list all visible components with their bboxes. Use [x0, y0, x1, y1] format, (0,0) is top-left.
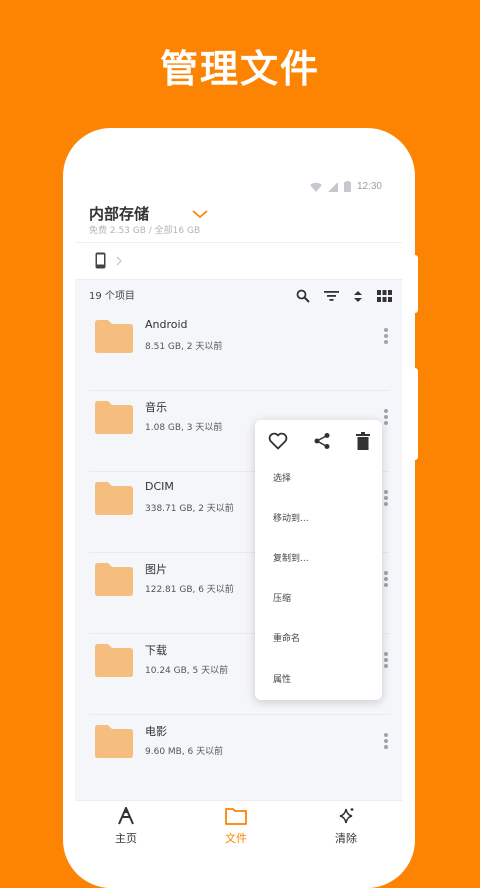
grid-view-icon[interactable] — [377, 290, 392, 302]
trash-icon[interactable] — [355, 432, 370, 450]
nav-files-label: 文件 — [225, 832, 247, 845]
sort-icon[interactable] — [353, 290, 363, 303]
more-icon[interactable] — [384, 328, 388, 346]
folder-icon — [95, 725, 133, 758]
file-name: DCIM — [145, 480, 174, 493]
more-icon[interactable] — [384, 733, 388, 751]
page-headline: 管理文件 — [159, 47, 320, 91]
item-count: 19 个项目 — [89, 291, 135, 302]
phone-icon[interactable] — [95, 252, 106, 269]
more-icon[interactable] — [384, 652, 388, 670]
file-meta: 8.51 GB, 2 天以前 — [145, 342, 223, 352]
battery-icon — [343, 181, 351, 192]
file-meta: 9.60 MB, 6 天以前 — [145, 747, 224, 757]
storage-selector[interactable]: 内部存储 免费 2.53 GB / 全部16 GB — [75, 198, 402, 242]
nav-home-label: 主页 — [115, 832, 137, 845]
folder-outline-icon — [225, 808, 247, 825]
file-name: 音乐 — [145, 401, 167, 414]
menu-item-compress[interactable]: 压缩 — [273, 591, 291, 604]
menu-item-properties[interactable]: 属性 — [273, 672, 291, 685]
folder-icon — [95, 482, 133, 515]
menu-item-rename[interactable]: 重命名 — [273, 631, 300, 644]
phone-side-button-top — [412, 255, 418, 313]
context-menu: 选择 移动到... 复制到... 压缩 重命名 属性 — [255, 420, 382, 700]
nav-files[interactable]: 文件 — [196, 807, 276, 846]
list-item[interactable]: Android 8.51 GB, 2 天以前 — [75, 310, 402, 391]
more-icon[interactable] — [384, 571, 388, 589]
wifi-icon — [309, 182, 322, 192]
menu-item-move-to[interactable]: 移动到... — [273, 511, 309, 524]
file-meta: 338.71 GB, 2 天以前 — [145, 504, 234, 514]
more-icon[interactable] — [384, 490, 388, 508]
share-icon[interactable] — [313, 432, 331, 450]
file-meta: 1.08 GB, 3 天以前 — [145, 423, 223, 433]
folder-icon — [95, 401, 133, 434]
bottom-nav: 主页 文件 清除 — [75, 800, 402, 854]
filter-icon[interactable] — [324, 290, 339, 302]
file-meta: 10.24 GB, 5 天以前 — [145, 666, 229, 676]
home-logo-icon — [118, 805, 134, 825]
file-name: 图片 — [145, 563, 167, 576]
file-name: 下载 — [145, 644, 167, 657]
status-time: 12:30 — [356, 181, 382, 192]
heart-icon[interactable] — [268, 432, 288, 450]
search-icon[interactable] — [296, 289, 310, 303]
folder-icon — [95, 644, 133, 677]
file-meta: 122.81 GB, 6 天以前 — [145, 585, 234, 595]
nav-clean-label: 清除 — [335, 832, 357, 845]
storage-title: 内部存储 — [89, 205, 150, 223]
list-toolbar: 19 个项目 — [75, 281, 402, 311]
status-bar: 12:30 — [75, 176, 402, 198]
nav-home[interactable]: 主页 — [86, 805, 166, 846]
more-icon[interactable] — [384, 409, 388, 427]
menu-item-select[interactable]: 选择 — [273, 471, 291, 484]
signal-icon — [327, 181, 338, 192]
chevron-right-icon — [116, 256, 122, 266]
list-item[interactable]: 电影 9.60 MB, 6 天以前 — [75, 715, 402, 796]
nav-clean[interactable]: 清除 — [306, 807, 386, 846]
folder-icon — [95, 563, 133, 596]
phone-side-button-bottom — [412, 368, 418, 460]
storage-usage: 免费 2.53 GB / 全部16 GB — [89, 226, 201, 236]
folder-icon — [95, 320, 133, 353]
chevron-down-icon[interactable] — [191, 208, 209, 220]
menu-item-copy-to[interactable]: 复制到... — [273, 551, 309, 564]
sparkle-icon — [339, 808, 354, 824]
breadcrumb — [75, 242, 402, 280]
file-name: Android — [145, 318, 188, 331]
file-name: 电影 — [145, 725, 167, 738]
